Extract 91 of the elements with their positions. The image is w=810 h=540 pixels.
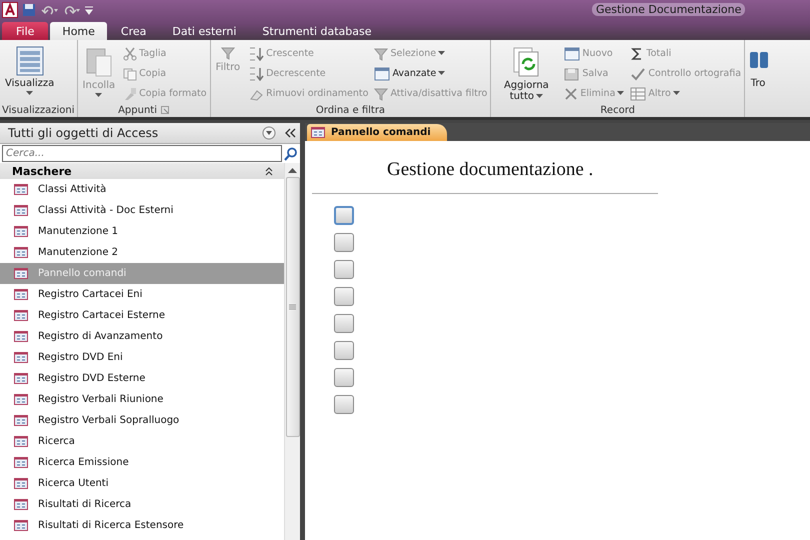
group-header[interactable]: Maschere [0, 163, 284, 179]
form-icon [14, 352, 28, 363]
form-icon [14, 331, 28, 342]
switchboard-button[interactable] [334, 260, 354, 279]
form-icon [14, 226, 28, 237]
clipboard-icon [84, 46, 114, 78]
ribbon-button[interactable]: Tro [747, 44, 770, 103]
form-icon [14, 394, 28, 405]
navigation-item[interactable]: Classi Attività [0, 179, 284, 200]
form-icon [564, 46, 580, 60]
grip-icon [289, 304, 296, 310]
form-icon [14, 310, 28, 321]
access-logo-icon [2, 2, 18, 18]
search-icon[interactable] [284, 146, 298, 160]
customize-icon[interactable] [84, 4, 94, 16]
funnel-icon [220, 46, 235, 60]
ribbon-tab[interactable]: Crea [108, 22, 158, 40]
navigation-item[interactable]: Manutenzione 2 [0, 242, 284, 263]
switchboard-button[interactable] [334, 233, 354, 252]
navigation-item[interactable]: Manutenzione 1 [0, 221, 284, 242]
navigation-item[interactable]: Registro Verbali Sopralluogo [0, 410, 284, 431]
pane-title: Tutti gli oggetti di Access [7, 126, 160, 140]
group-label: Ordina e filtra [316, 104, 386, 116]
sort-descending-icon [248, 66, 264, 80]
brush-icon [123, 86, 138, 100]
navigation-item[interactable]: Registro di Avanzamento [0, 326, 284, 347]
form-icon [14, 247, 28, 258]
navigation-item[interactable]: Registro Cartacei Esterne [0, 305, 284, 326]
switchboard-button[interactable] [334, 395, 354, 414]
switchboard-button[interactable] [334, 341, 354, 360]
form-icon [14, 436, 28, 447]
switchboard-button[interactable] [334, 314, 354, 333]
dialog-launcher-icon[interactable] [161, 106, 170, 114]
group-label: Record [600, 105, 635, 116]
navigation-item[interactable]: Registro DVD Eni [0, 347, 284, 368]
funnel-icon [374, 46, 388, 60]
navigation-item[interactable]: Classi Attività - Doc Esterni [0, 200, 284, 221]
form-icon [374, 66, 390, 80]
cross-icon [564, 86, 578, 100]
form-icon [311, 127, 325, 138]
copy-icon [123, 66, 138, 80]
form-icon [14, 520, 28, 531]
navigation-item[interactable]: Registro DVD Esterne [0, 368, 284, 389]
sort-ascending-icon [248, 46, 264, 60]
form-icon [14, 415, 28, 426]
spell-check-icon [630, 66, 646, 80]
collapse-icon [264, 166, 274, 176]
form-icon [14, 205, 28, 216]
refresh-icon [512, 46, 540, 78]
form-heading: Gestione documentazione . [387, 159, 594, 181]
ribbon-button[interactable]: Visualizza [2, 44, 58, 103]
ribbon-tab[interactable]: Home [50, 22, 107, 40]
search-field[interactable]: Cerca... [2, 145, 282, 162]
navigation-item[interactable]: Ricerca [0, 431, 284, 452]
ribbon-button[interactable]: Avanzate [373, 64, 488, 83]
save-icon[interactable] [22, 3, 36, 17]
collapse-pane-icon[interactable] [284, 127, 296, 139]
navigation-item[interactable]: Registro Verbali Riunione [0, 389, 284, 410]
ribbon-tab[interactable]: File [2, 22, 48, 40]
form-icon [14, 457, 28, 468]
form-icon [14, 289, 28, 300]
table-icon [630, 86, 646, 100]
redo-icon[interactable] [62, 4, 80, 16]
document-tab[interactable]: Pannello comandi [307, 124, 447, 141]
navigation-item[interactable]: Risultati di Ricerca Estensore [0, 515, 284, 536]
ribbon-tab[interactable]: Strumenti database [250, 22, 384, 40]
group-label: Appunti [118, 104, 158, 116]
navigation-item[interactable]: Ricerca Utenti [0, 473, 284, 494]
window-title: Gestione Documentazione [592, 3, 746, 16]
scroll-up-icon[interactable] [288, 167, 297, 173]
grid-icon [14, 46, 46, 76]
navigation-item[interactable]: Registro Cartacei Eni [0, 284, 284, 305]
scissors-icon [123, 46, 138, 60]
switchboard-button[interactable] [334, 206, 354, 225]
funnel-icon [374, 86, 388, 100]
scrollbar[interactable] [284, 163, 300, 540]
dropdown-icon[interactable] [262, 126, 276, 140]
switchboard-button[interactable] [334, 287, 354, 306]
navigation-item[interactable]: Ricerca Emissione [0, 452, 284, 473]
form-icon [14, 268, 28, 279]
form-icon [14, 478, 28, 489]
group-label: Visualizzazioni [2, 104, 75, 116]
save-icon [564, 66, 580, 80]
ribbon-button[interactable]: Aggiorna tutto [493, 44, 560, 104]
navigation-item[interactable]: Risultati di Ricerca [0, 494, 284, 515]
ribbon-tab[interactable]: Dati esterni [160, 22, 248, 40]
form-icon [14, 499, 28, 510]
form-icon [14, 373, 28, 384]
undo-icon[interactable] [40, 4, 58, 16]
form-icon [14, 184, 28, 195]
switchboard-button[interactable] [334, 368, 354, 387]
